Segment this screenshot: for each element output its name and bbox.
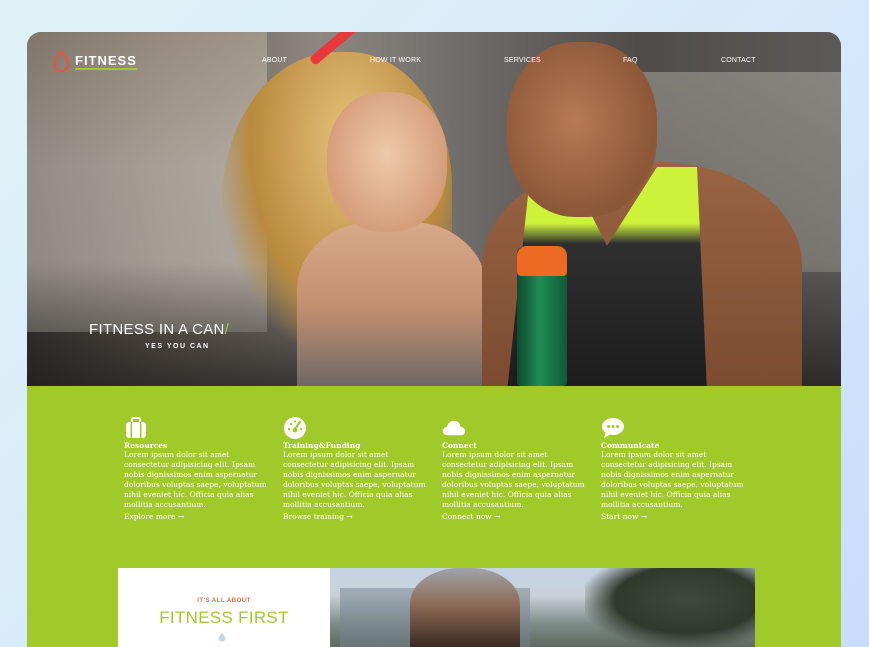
feature-title: Communicate <box>601 441 660 450</box>
about-subtitle: IT'S ALL ABOUT <box>197 598 251 604</box>
about-title: FITNESS FIRST <box>159 608 289 627</box>
page-frame: FITNESS ABOUT HOW IT WORK SERVICES FAQ C… <box>27 32 841 647</box>
connect-now-link[interactable]: Connect now → <box>442 512 592 522</box>
hero-photo-bottle-cap <box>517 246 567 276</box>
about-section: IT'S ALL ABOUT FITNESS FIRST <box>118 568 755 647</box>
hero-subline: YES YOU CAN <box>145 343 210 350</box>
hero-headline-text: FITNESS IN A CAN <box>89 321 225 338</box>
nav-how-it-work[interactable]: HOW IT WORK <box>370 57 421 64</box>
logo-text: FITNESS <box>75 52 137 70</box>
feature-connect: Connect Lorem ipsum dolor sit amet conse… <box>442 416 592 522</box>
feature-body: Lorem ipsum dolor sit amet consectetur a… <box>442 450 585 509</box>
feature-title: Training&Funding <box>283 441 361 450</box>
features-section: Resources Lorem ipsum dolor sit amet con… <box>124 416 784 546</box>
feature-training-funding: Training&Funding Lorem ipsum dolor sit a… <box>283 416 433 522</box>
chat-icon <box>602 418 624 438</box>
about-photo <box>330 568 755 647</box>
about-photo-person <box>410 568 520 647</box>
feature-body: Lorem ipsum dolor sit amet consectetur a… <box>124 450 267 509</box>
feature-body: Lorem ipsum dolor sit amet consectetur a… <box>283 450 426 509</box>
top-nav: FITNESS ABOUT HOW IT WORK SERVICES FAQ C… <box>27 32 841 92</box>
feature-title: Connect <box>442 441 477 450</box>
about-photo-trees <box>585 568 755 647</box>
explore-more-link[interactable]: Explore more → <box>124 512 274 522</box>
hero-photo-woman-body <box>297 222 487 386</box>
about-card: IT'S ALL ABOUT FITNESS FIRST <box>118 568 330 647</box>
feature-communicate: Communicate Lorem ipsum dolor sit amet c… <box>601 416 751 522</box>
logo[interactable]: FITNESS <box>53 50 137 72</box>
hero-headline-slash: / <box>224 321 230 338</box>
feature-body: Lorem ipsum dolor sit amet consectetur a… <box>601 450 744 509</box>
nav-contact[interactable]: CONTACT <box>721 57 756 64</box>
drop-icon <box>218 632 226 642</box>
browse-training-link[interactable]: Browse training → <box>283 512 433 522</box>
hero-headline: FITNESS IN A CAN/ <box>89 321 229 338</box>
nav-about[interactable]: ABOUT <box>262 57 287 64</box>
nav-faq[interactable]: FAQ <box>623 57 638 64</box>
dashboard-icon <box>284 417 306 439</box>
suitcase-icon <box>126 417 146 438</box>
nav-services[interactable]: SERVICES <box>504 57 541 64</box>
cloud-icon <box>442 420 466 436</box>
feature-title: Resources <box>124 441 168 450</box>
hero-photo-woman-face <box>327 92 447 232</box>
feature-resources: Resources Lorem ipsum dolor sit amet con… <box>124 416 274 522</box>
drop-logo-icon <box>53 50 69 72</box>
start-now-link[interactable]: Start now → <box>601 512 751 522</box>
hero-section: FITNESS ABOUT HOW IT WORK SERVICES FAQ C… <box>27 32 841 386</box>
